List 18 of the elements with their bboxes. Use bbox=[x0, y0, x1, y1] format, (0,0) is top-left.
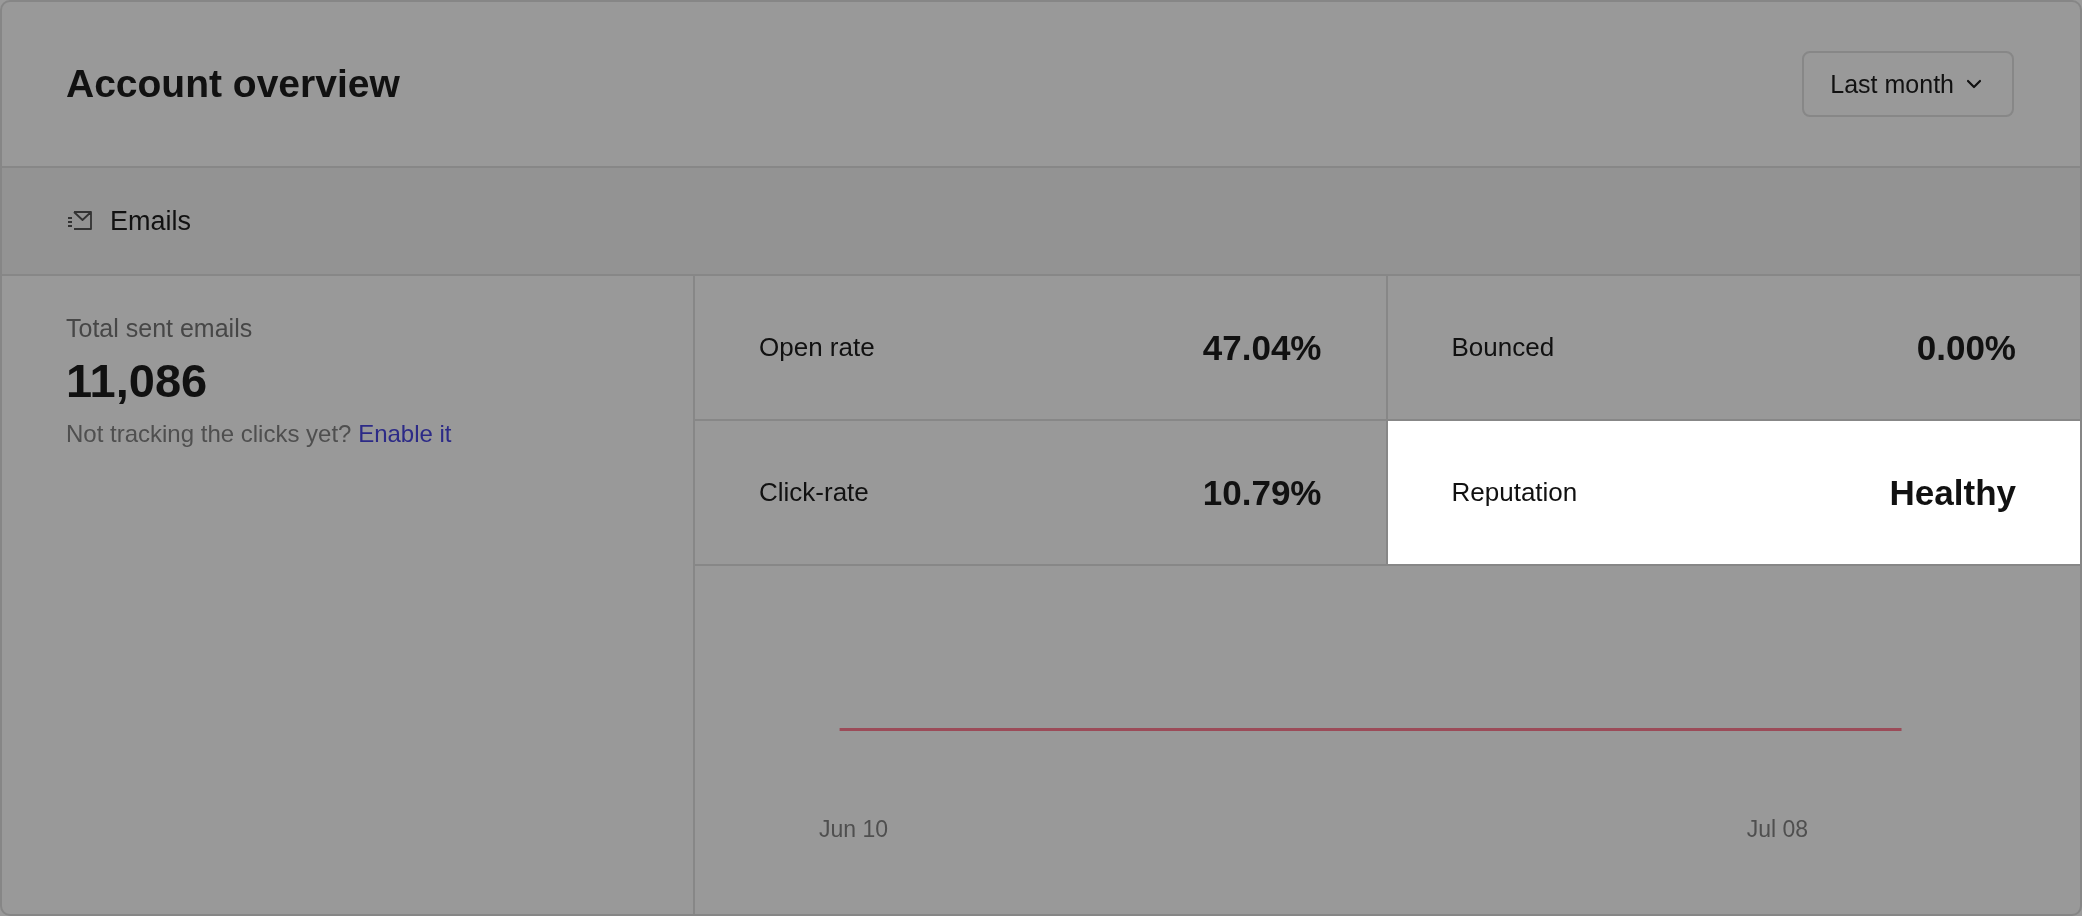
metric-value: Healthy bbox=[1889, 472, 2016, 513]
tracking-note: Not tracking the clicks yet? bbox=[66, 420, 352, 447]
axis-label: Jun 10 bbox=[819, 816, 889, 843]
metric-value: 0.00% bbox=[1916, 327, 2016, 368]
stat-label: Total sent emails bbox=[66, 314, 254, 343]
metric-label: Open rate bbox=[759, 332, 875, 363]
metric-value: 10.79% bbox=[1202, 472, 1322, 513]
enable-link[interactable]: Enable it bbox=[358, 420, 452, 447]
metric-label: Click-rate bbox=[759, 477, 869, 508]
metric-value: 47.04% bbox=[1202, 327, 1322, 368]
period-dropdown[interactable]: Last month bbox=[1802, 51, 2014, 117]
section-label: Emails bbox=[110, 205, 191, 237]
envelope-icon bbox=[66, 209, 94, 233]
metric-label: Reputation bbox=[1451, 477, 1578, 508]
metric-label: Bounced bbox=[1451, 332, 1555, 363]
axis-label: Jul 08 bbox=[1746, 816, 1808, 843]
stat-value: 11,086 bbox=[66, 353, 209, 408]
page-title: Account overview bbox=[66, 62, 400, 106]
